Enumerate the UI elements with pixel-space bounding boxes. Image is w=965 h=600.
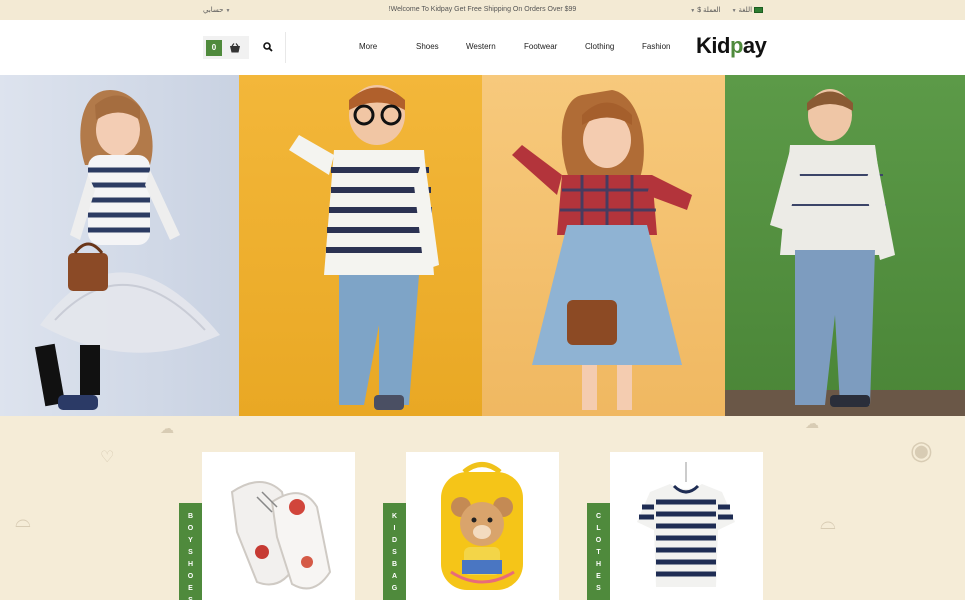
tag-letter: H (595, 561, 602, 568)
top-bar: حسابي ▼ !Welcome To Kidpay Get Free Shipp… (0, 0, 965, 20)
tag-letter: L (596, 525, 601, 532)
tag-letter: D (391, 537, 398, 544)
welcome-message: !Welcome To Kidpay Get Free Shipping On … (388, 6, 577, 13)
category-card-bag[interactable] (406, 452, 559, 600)
site-logo[interactable]: Kidpay (696, 33, 767, 59)
sneakers-image (230, 481, 332, 590)
tag-letter: K (391, 513, 398, 520)
banner-panel-girl-tutu (0, 75, 239, 416)
nav-clothing[interactable]: Clothing (585, 42, 614, 51)
tag-letter: E (596, 573, 601, 580)
kid-girl-image (512, 90, 692, 410)
doodle-ball-icon: ◉ (910, 435, 933, 465)
tag-letter: I (393, 525, 396, 532)
tag-letter: O (595, 537, 602, 544)
hero-banner[interactable] (0, 75, 965, 416)
cart-widget[interactable]: 0 (203, 36, 249, 59)
doodle-heart-icon: ♡ (100, 449, 115, 466)
banner-panel-boy-glasses (239, 75, 482, 416)
tag-letter: O (187, 525, 194, 532)
kid-boy-image (289, 85, 439, 410)
nav-more[interactable]: More (359, 42, 377, 51)
category-card-shoes[interactable] (202, 452, 355, 600)
chevron-down-icon: ▼ (690, 8, 696, 14)
flag-icon (754, 7, 763, 13)
teddy-backpack-image (441, 462, 523, 590)
category-card-clothes[interactable] (610, 452, 763, 600)
logo-part: Kid (696, 33, 730, 58)
tag-letter: G (391, 585, 398, 592)
category-tag-clothes[interactable]: C L O T H E S (587, 503, 610, 600)
tag-letter: B (187, 513, 194, 520)
tag-letter: E (188, 585, 193, 592)
nav-fashion[interactable]: Fashion (642, 42, 670, 51)
kid-boy-image (770, 89, 895, 407)
nav-footwear[interactable]: Footwear (524, 42, 557, 51)
tag-letter: S (392, 549, 397, 556)
logo-part: p (729, 33, 743, 58)
nav-western[interactable]: Western (466, 42, 496, 51)
category-tag-kidsbag[interactable]: K I D S B A G (383, 503, 406, 600)
header-divider (285, 32, 286, 63)
currency-label: $ العملة (697, 7, 721, 14)
cart-count-badge: 0 (206, 39, 222, 56)
doodle-cloud-icon: ☁ (805, 415, 819, 431)
tag-letter: O (187, 573, 194, 580)
doodle-cloud-icon: ☁ (160, 420, 174, 436)
category-tag-boyshoes[interactable]: B O Y S H O E S (179, 503, 202, 600)
tag-letter: B (391, 561, 398, 568)
doodle-ufo-icon: ⌓ (820, 512, 836, 534)
site-header: 0 More Shoes Western Footwear Clothing F… (0, 20, 965, 75)
chevron-down-icon: ▼ (731, 8, 737, 14)
doodle-ufo-icon: ⌓ (15, 510, 31, 532)
tag-letter: T (596, 549, 601, 556)
kid-girl-image (34, 90, 220, 410)
basket-icon[interactable] (229, 42, 241, 53)
search-icon[interactable] (260, 38, 276, 56)
logo-part: ay (742, 33, 767, 58)
tag-letter: Y (188, 537, 193, 544)
tag-letter: H (187, 561, 194, 568)
tag-letter: C (595, 513, 602, 520)
currency-dropdown[interactable]: ▼ $ العملة (688, 6, 720, 14)
nav-shoes[interactable]: Shoes (416, 42, 439, 51)
tag-letter: S (596, 585, 601, 592)
language-label: اللغة (738, 7, 753, 14)
tag-letter: S (188, 549, 193, 556)
banner-panel-boy-green (725, 75, 965, 416)
language-dropdown[interactable]: ▼ اللغة (730, 6, 763, 14)
tag-letter: A (391, 573, 398, 580)
banner-panel-girl-plaid (482, 75, 725, 416)
striped-tshirt-image (637, 462, 735, 587)
